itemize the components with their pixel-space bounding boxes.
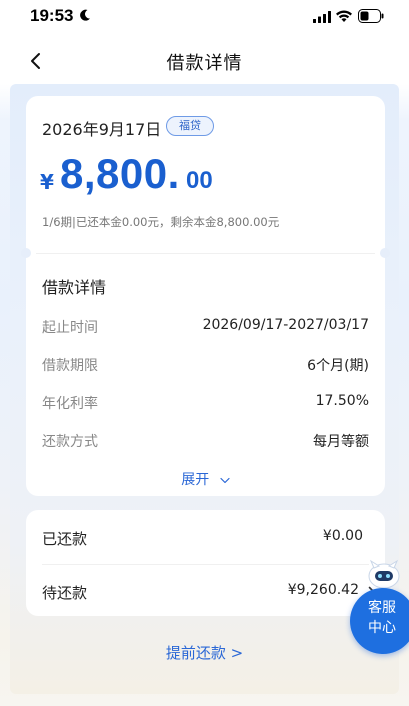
- loan-detail-card: 2026年9月17日 福贷 ¥ 8,800. 00 1/6期|已还本金0.00元…: [21, 96, 390, 496]
- pending-label: 待还款: [42, 584, 88, 602]
- chevron-down-icon: [220, 477, 230, 483]
- amount-integer: 8,800.: [60, 150, 180, 197]
- detail-row-period: 起止时间 2026/09/17-2027/03/17: [42, 317, 369, 337]
- paid-label: 已还款: [42, 530, 88, 548]
- nav-bar: 借款详情: [0, 40, 409, 84]
- loan-date: 2026年9月17日: [42, 120, 162, 139]
- detail-row-method: 还款方式 每月等额: [42, 431, 369, 451]
- mascot-icon: [368, 559, 400, 589]
- detail-label: 借款期限: [42, 358, 98, 374]
- detail-row-term: 借款期限 6个月(期): [42, 355, 369, 375]
- repayment-card: 已还款 ¥0.00 待还款 ¥9,260.42: [26, 510, 385, 616]
- card-notch-left: [21, 248, 31, 258]
- product-badge: 福贷: [166, 116, 214, 136]
- page-title: 借款详情: [166, 53, 243, 74]
- pending-row[interactable]: 待还款 ¥9,260.42: [42, 582, 376, 604]
- detail-row-rate: 年化利率 17.50%: [42, 393, 369, 413]
- row-divider: [42, 564, 369, 565]
- moon-icon: [80, 9, 90, 21]
- expand-button[interactable]: 展开: [26, 469, 385, 489]
- prepay-button[interactable]: 提前还款 >: [0, 642, 409, 663]
- card-notch-right: [380, 248, 390, 258]
- detail-label: 年化利率: [42, 396, 98, 412]
- currency-symbol: ¥: [40, 170, 54, 194]
- detail-label: 还款方式: [42, 434, 98, 450]
- wifi-icon: [336, 10, 352, 22]
- detail-value: 每月等额: [313, 434, 369, 450]
- customer-service-button[interactable]: 客服 中心: [350, 558, 409, 658]
- card-divider: [36, 253, 375, 254]
- details-section-title: 借款详情: [42, 278, 107, 297]
- customer-service-line1: 客服: [368, 600, 396, 616]
- pending-value: ¥9,260.42: [287, 582, 359, 598]
- customer-service-line2: 中心: [368, 620, 396, 636]
- battery-icon: [358, 9, 384, 23]
- detail-value: 6个月(期): [307, 358, 369, 374]
- paid-row: 已还款 ¥0.00: [42, 528, 373, 550]
- detail-value: 17.50%: [315, 393, 369, 409]
- signal-icon: [313, 11, 331, 23]
- customer-service-label: 客服 中心: [359, 598, 405, 638]
- status-bar: 19:53: [0, 0, 409, 36]
- detail-value: 2026/09/17-2027/03/17: [202, 317, 369, 333]
- expand-label: 展开: [181, 472, 210, 488]
- paid-value: ¥0.00: [322, 528, 363, 544]
- detail-label: 起止时间: [42, 320, 98, 336]
- status-time: 19:53: [30, 6, 74, 25]
- amount-decimal: 00: [186, 167, 213, 194]
- repayment-progress-text: 1/6期|已还本金0.00元，剩余本金8,800.00元: [42, 215, 280, 229]
